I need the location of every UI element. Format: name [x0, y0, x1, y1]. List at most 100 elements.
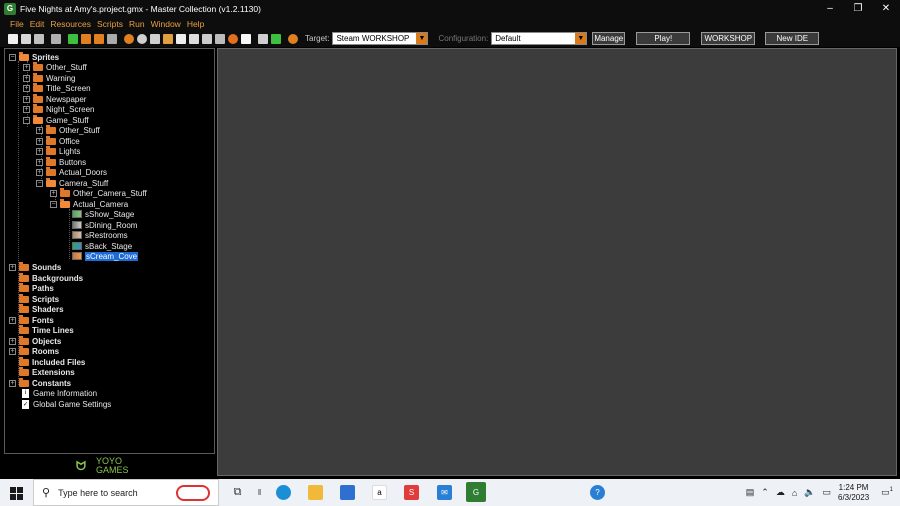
network-icon[interactable]: ⌂ — [792, 488, 797, 498]
taskbar-search[interactable]: ⚲ Type here to search — [33, 479, 219, 506]
close-button[interactable]: ✕ — [872, 0, 900, 17]
open-project-icon[interactable] — [21, 33, 31, 44]
menu-file[interactable]: File — [10, 19, 24, 29]
resource-tree[interactable]: − Sprites + Other_Stuff + Warning + Title_Sc… — [4, 48, 215, 454]
gamemaker-taskbar-icon[interactable]: G — [466, 482, 486, 502]
tree-item-game-stuff[interactable]: − Game_Stuff — [23, 114, 89, 125]
expand-icon[interactable]: + — [9, 347, 16, 355]
menu-scripts[interactable]: Scripts — [97, 19, 123, 29]
tree-item-other-camera-stuff[interactable]: + Other_Camera_Stuff — [50, 187, 147, 198]
main-workspace[interactable] — [217, 48, 897, 476]
help-app-icon[interactable]: ? — [590, 485, 605, 500]
edge-browser-icon[interactable] — [276, 485, 291, 500]
expand-icon[interactable]: + — [36, 126, 43, 134]
tree-item-included-files[interactable]: Included Files — [19, 356, 85, 367]
tree-item-game-information[interactable]: i Game Information — [21, 388, 97, 398]
tree-item-backgrounds[interactable]: Backgrounds — [19, 272, 83, 283]
clock[interactable]: 1:24 PM 6/3/2023 — [838, 483, 869, 503]
expand-icon[interactable]: + — [36, 158, 43, 166]
configuration-select[interactable]: Default ▼ — [491, 32, 588, 45]
tree-item-extensions[interactable]: Extensions — [19, 366, 75, 377]
tree-item-other-stuff[interactable]: + Other_Stuff — [23, 61, 87, 72]
tree-item-shaders[interactable]: Shaders — [19, 303, 64, 314]
tree-item-sback-stage[interactable]: sBack_Stage — [72, 241, 132, 251]
save-project-icon[interactable] — [34, 33, 44, 44]
shader-icon[interactable] — [189, 33, 199, 44]
path-icon[interactable] — [163, 33, 173, 44]
expand-icon[interactable]: + — [36, 137, 43, 145]
tree-item-sounds[interactable]: + Sounds — [9, 261, 61, 272]
tree-item-constants[interactable]: + Constants — [9, 377, 71, 388]
target-select[interactable]: Steam WORKSHOP ▼ — [332, 32, 429, 45]
minimize-button[interactable]: – — [816, 0, 844, 17]
tree-item-title-screen[interactable]: + Title_Screen — [23, 82, 91, 93]
new-ide-button[interactable]: New IDE — [765, 32, 820, 45]
expand-icon[interactable]: + — [9, 263, 16, 271]
sound-icon[interactable] — [137, 33, 147, 44]
tree-item-office[interactable]: + Office — [36, 135, 80, 146]
run-game-icon[interactable] — [68, 33, 78, 44]
tree-item-warning[interactable]: + Warning — [23, 72, 76, 83]
object-icon[interactable] — [228, 33, 238, 44]
room-icon[interactable] — [241, 33, 251, 44]
font-icon[interactable] — [202, 33, 212, 44]
task-view-icon[interactable]: ⧉ — [230, 485, 245, 500]
create-package-icon[interactable] — [94, 33, 104, 44]
tree-item-time-lines[interactable]: Time Lines — [19, 324, 74, 335]
game-settings-icon[interactable] — [258, 33, 268, 44]
script-icon[interactable] — [176, 33, 186, 44]
tree-item-objects[interactable]: + Objects — [9, 335, 61, 346]
tree-item-game-other-stuff[interactable]: + Other_Stuff — [36, 124, 100, 135]
tree-item-sshow-stage[interactable]: sShow_Stage — [72, 209, 134, 219]
maximize-button[interactable]: ❐ — [844, 0, 872, 17]
manage-button[interactable]: Manage — [592, 32, 626, 45]
file-explorer-icon[interactable] — [308, 485, 323, 500]
windows-start-icon[interactable] — [8, 484, 30, 502]
expand-icon[interactable]: + — [23, 74, 30, 82]
microsoft-store-icon[interactable] — [340, 485, 355, 500]
expand-icon[interactable]: + — [9, 337, 16, 345]
extensions-icon[interactable] — [271, 33, 281, 44]
battery-icon[interactable]: ▭ — [822, 487, 831, 498]
expand-icon[interactable]: + — [50, 189, 57, 197]
tree-item-actual-doors[interactable]: + Actual_Doors — [36, 166, 107, 177]
tree-item-night-screen[interactable]: + Night_Screen — [23, 103, 94, 114]
expand-icon[interactable]: + — [23, 63, 30, 71]
collapse-icon[interactable]: − — [9, 53, 16, 61]
tree-item-actual-camera[interactable]: − Actual_Camera — [50, 198, 128, 209]
tree-item-sprites[interactable]: − Sprites — [9, 51, 59, 62]
menu-resources[interactable]: Resources — [50, 19, 91, 29]
expand-icon[interactable]: + — [9, 379, 16, 387]
clean-icon[interactable] — [107, 33, 117, 44]
tree-item-camera-stuff[interactable]: − Camera_Stuff — [36, 177, 108, 188]
tree-item-paths[interactable]: Paths — [19, 282, 54, 293]
tree-item-fonts[interactable]: + Fonts — [9, 314, 54, 325]
tree-item-rooms[interactable]: + Rooms — [9, 345, 59, 356]
cloud-icon[interactable]: ☁ — [776, 487, 785, 498]
workshop-button[interactable]: WORKSHOP — [701, 32, 756, 45]
tree-item-buttons[interactable]: + Buttons — [36, 156, 86, 167]
keyboard-icon[interactable]: ▤ — [746, 487, 755, 498]
timeline-icon[interactable] — [215, 33, 225, 44]
menu-window[interactable]: Window — [151, 19, 181, 29]
mail-icon[interactable]: ✉ — [437, 485, 452, 500]
new-project-icon[interactable] — [8, 33, 18, 44]
expand-icon[interactable]: + — [36, 168, 43, 176]
expand-icon[interactable]: + — [36, 147, 43, 155]
notification-icon[interactable]: ▭1 — [881, 487, 893, 498]
widgets-icon[interactable]: ‖ — [252, 485, 267, 500]
expand-icon[interactable]: + — [9, 316, 16, 324]
tree-item-scream-cove[interactable]: sCream_Cove — [72, 251, 139, 261]
tree-item-scripts[interactable]: Scripts — [19, 293, 59, 304]
debug-game-icon[interactable] — [81, 33, 91, 44]
play-button[interactable]: Play! — [636, 32, 691, 45]
create-executable-icon[interactable] — [51, 33, 61, 44]
tree-item-lights[interactable]: + Lights — [36, 145, 80, 156]
background-icon[interactable] — [150, 33, 160, 44]
collapse-icon[interactable]: − — [50, 200, 57, 208]
volume-icon[interactable]: 🔈 — [804, 487, 815, 498]
expand-icon[interactable]: + — [23, 105, 30, 113]
collapse-icon[interactable]: − — [23, 116, 30, 124]
tree-item-newspaper[interactable]: + Newspaper — [23, 93, 86, 104]
streaming-app-icon[interactable]: S — [404, 485, 419, 500]
